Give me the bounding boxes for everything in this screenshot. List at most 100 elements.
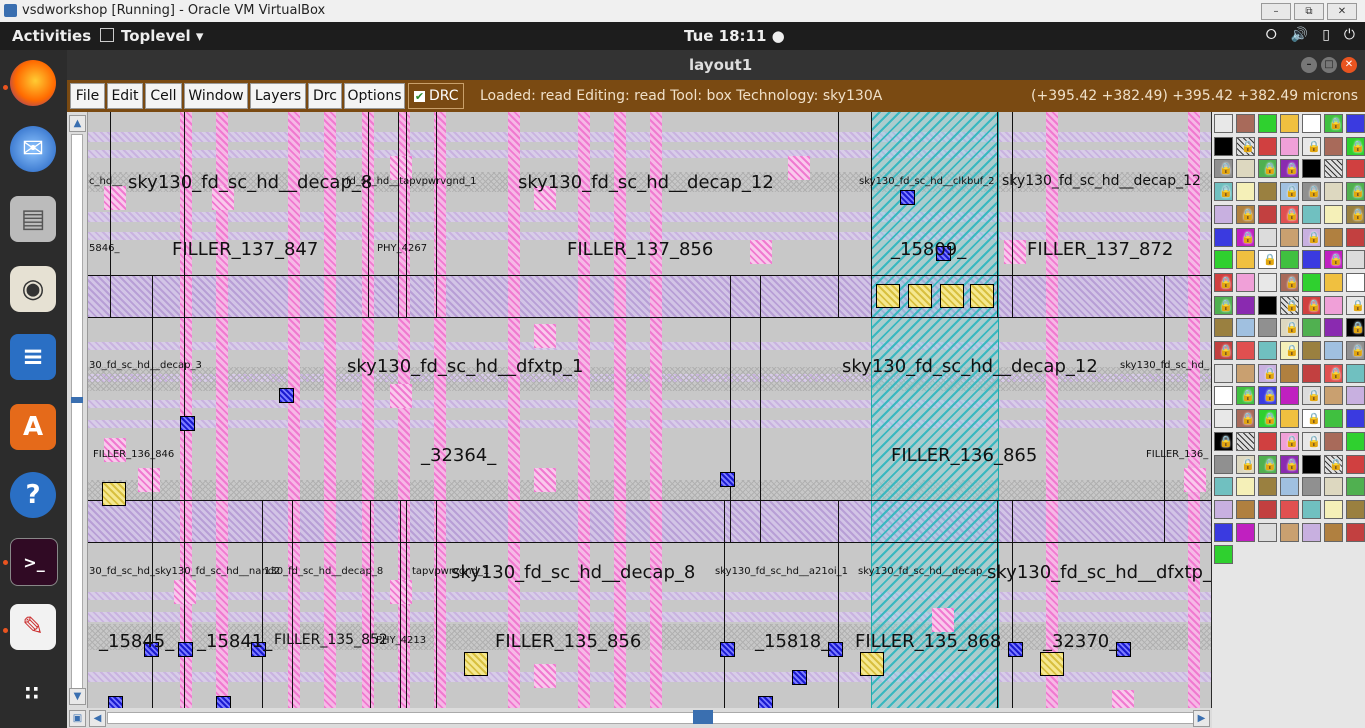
layer-swatch[interactable]	[1346, 363, 1365, 383]
layer-swatch[interactable]	[1346, 386, 1365, 406]
power-icon[interactable]: ⏻	[1344, 27, 1355, 43]
layer-swatch[interactable]: 🔒	[1280, 272, 1299, 292]
layer-swatch[interactable]: 🔒	[1258, 409, 1277, 429]
layer-swatch[interactable]	[1324, 227, 1343, 247]
layer-swatch[interactable]: 🔒	[1258, 454, 1277, 474]
layer-swatch[interactable]: 🔒	[1236, 136, 1255, 156]
layer-swatch[interactable]	[1258, 114, 1277, 133]
layer-swatch[interactable]	[1236, 522, 1255, 542]
hscroll-track[interactable]	[107, 712, 1199, 724]
layer-swatch[interactable]	[1324, 318, 1343, 338]
layer-swatch[interactable]: 🔒	[1214, 295, 1233, 315]
layer-swatch[interactable]	[1236, 477, 1255, 497]
menu-cell[interactable]: Cell	[145, 83, 182, 109]
layer-swatch[interactable]	[1214, 318, 1233, 338]
layer-swatch[interactable]	[1214, 227, 1233, 247]
layer-swatch[interactable]: 🔒	[1302, 431, 1321, 451]
layer-swatch[interactable]	[1280, 409, 1299, 429]
layer-swatch[interactable]	[1236, 159, 1255, 179]
layer-swatch[interactable]	[1214, 250, 1233, 270]
layer-swatch[interactable]	[1236, 182, 1255, 202]
layer-swatch[interactable]	[1302, 522, 1321, 542]
layer-swatch[interactable]: 🔒	[1214, 182, 1233, 202]
layer-swatch[interactable]	[1346, 272, 1365, 292]
layer-swatch[interactable]: 🔒	[1302, 182, 1321, 202]
layer-swatch[interactable]: 🔒	[1236, 409, 1255, 429]
layer-swatch[interactable]: 🔒	[1346, 182, 1365, 202]
layer-swatch[interactable]	[1236, 114, 1255, 133]
layer-swatch[interactable]	[1346, 409, 1365, 429]
drc-toggle[interactable]: ✔ DRC	[408, 83, 464, 109]
layer-swatch[interactable]	[1236, 431, 1255, 451]
zoom-box-button[interactable]: ▣	[69, 710, 86, 727]
layer-swatch[interactable]	[1324, 136, 1343, 156]
menu-edit[interactable]: Edit	[107, 83, 143, 109]
layer-swatch[interactable]	[1346, 227, 1365, 247]
layer-swatch[interactable]	[1324, 386, 1343, 406]
layer-swatch[interactable]	[1236, 341, 1255, 360]
layer-swatch[interactable]: 🔒	[1302, 409, 1321, 429]
layer-swatch[interactable]	[1346, 522, 1365, 542]
layer-swatch[interactable]	[1214, 363, 1233, 383]
layer-swatch[interactable]	[1258, 341, 1277, 360]
layer-swatch[interactable]: 🔒	[1302, 136, 1321, 156]
layer-swatch[interactable]: 🔒	[1346, 341, 1365, 360]
layer-swatch[interactable]: 🔒	[1302, 386, 1321, 406]
minimize-button[interactable]: –	[1261, 3, 1291, 20]
scroll-up-button[interactable]: ▲	[69, 115, 86, 132]
layer-swatch[interactable]: 🔒	[1214, 272, 1233, 292]
layer-swatch[interactable]	[1324, 499, 1343, 519]
layer-swatch[interactable]	[1324, 431, 1343, 451]
menu-window[interactable]: Window	[184, 83, 248, 109]
layer-swatch[interactable]	[1214, 136, 1233, 156]
layer-swatch[interactable]: 🔒	[1236, 204, 1255, 224]
network-icon[interactable]: ⭘	[1266, 27, 1277, 43]
app-grid-icon[interactable]: ∷	[10, 670, 56, 716]
layer-swatch[interactable]	[1214, 545, 1233, 565]
terminal-icon[interactable]: >_	[10, 538, 58, 586]
layer-swatch[interactable]	[1346, 114, 1365, 133]
layer-swatch[interactable]	[1258, 136, 1277, 156]
battery-icon[interactable]: ▯	[1322, 27, 1330, 43]
firefox-icon[interactable]	[10, 60, 56, 106]
vertical-scrollbar[interactable]: ▲ ▼	[67, 112, 88, 708]
window-minimize-button[interactable]: –	[1301, 57, 1317, 73]
layer-swatch[interactable]	[1236, 250, 1255, 270]
layer-swatch[interactable]: 🔒	[1324, 454, 1343, 474]
layer-swatch[interactable]: 🔒	[1302, 295, 1321, 315]
layer-swatch[interactable]	[1258, 295, 1277, 315]
layer-swatch[interactable]: 🔒	[1236, 454, 1255, 474]
layer-swatch[interactable]: 🔒	[1280, 295, 1299, 315]
layer-swatch[interactable]: 🔒	[1302, 227, 1321, 247]
layer-swatch[interactable]	[1324, 477, 1343, 497]
menu-layers[interactable]: Layers	[250, 83, 306, 109]
menu-options[interactable]: Options	[344, 83, 405, 109]
layer-swatch[interactable]	[1214, 454, 1233, 474]
layer-swatch[interactable]	[1258, 499, 1277, 519]
layer-swatch[interactable]	[1324, 522, 1343, 542]
layer-swatch[interactable]	[1258, 431, 1277, 451]
layer-swatch[interactable]	[1324, 295, 1343, 315]
layer-swatch[interactable]: 🔒	[1324, 250, 1343, 270]
layer-swatch[interactable]	[1324, 341, 1343, 360]
hscroll-thumb[interactable]	[693, 710, 713, 724]
window-close-button[interactable]: ✕	[1341, 57, 1357, 73]
layer-swatch[interactable]	[1280, 114, 1299, 133]
close-button[interactable]: ✕	[1327, 3, 1357, 20]
menu-file[interactable]: File	[70, 83, 105, 109]
layer-swatch[interactable]: 🔒	[1346, 318, 1365, 338]
scroll-left-button[interactable]: ◀	[89, 710, 106, 727]
layer-swatch[interactable]	[1302, 499, 1321, 519]
scroll-track[interactable]	[71, 134, 83, 696]
layer-swatch[interactable]	[1258, 227, 1277, 247]
layer-swatch[interactable]: 🔒	[1236, 227, 1255, 247]
scroll-right-button[interactable]: ▶	[1193, 710, 1210, 727]
layer-swatch[interactable]: 🔒	[1346, 136, 1365, 156]
layer-swatch[interactable]: 🔒	[1236, 386, 1255, 406]
layer-swatch[interactable]	[1346, 159, 1365, 179]
layer-swatch[interactable]: 🔒	[1258, 159, 1277, 179]
layer-swatch[interactable]: 🔒	[1324, 114, 1343, 133]
files-icon[interactable]: ▤	[10, 196, 56, 242]
layer-swatch[interactable]	[1280, 477, 1299, 497]
drc-checkbox[interactable]: ✔	[414, 90, 425, 102]
